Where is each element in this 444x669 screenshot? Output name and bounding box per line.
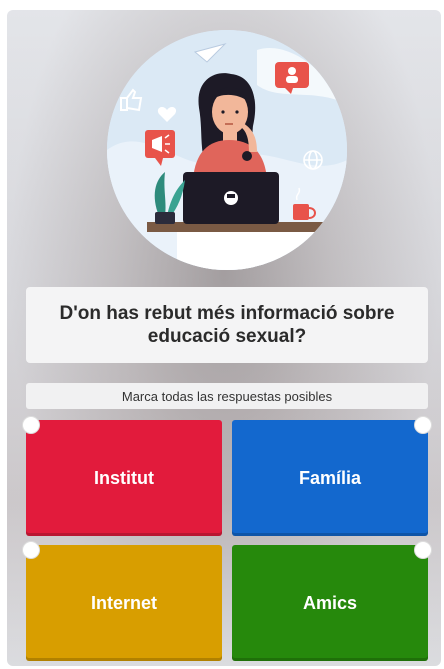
question-illustration: [107, 30, 347, 270]
answer-option-familia[interactable]: Família: [232, 420, 428, 536]
quiz-frame: D'on has rebut més informació sobre educ…: [7, 10, 441, 666]
question-text: D'on has rebut més informació sobre educ…: [26, 287, 428, 363]
checkbox-institut[interactable]: [22, 416, 40, 434]
woman-at-laptop-illustration: [107, 30, 347, 270]
answer-label: Institut: [94, 467, 154, 488]
answer-option-institut[interactable]: Institut: [26, 420, 222, 536]
answer-option-internet[interactable]: Internet: [26, 545, 222, 661]
checkbox-familia[interactable]: [414, 416, 432, 434]
answer-label: Família: [298, 467, 362, 488]
checkbox-internet[interactable]: [22, 541, 40, 559]
laptop-icon: [183, 172, 279, 224]
answer-label: Amics: [302, 592, 358, 613]
multi-select-hint: Marca todas las respuestas posibles: [26, 383, 428, 409]
answer-label: Internet: [90, 592, 157, 613]
checkbox-amics[interactable]: [414, 541, 432, 559]
answer-option-amics[interactable]: Amics: [232, 545, 428, 661]
